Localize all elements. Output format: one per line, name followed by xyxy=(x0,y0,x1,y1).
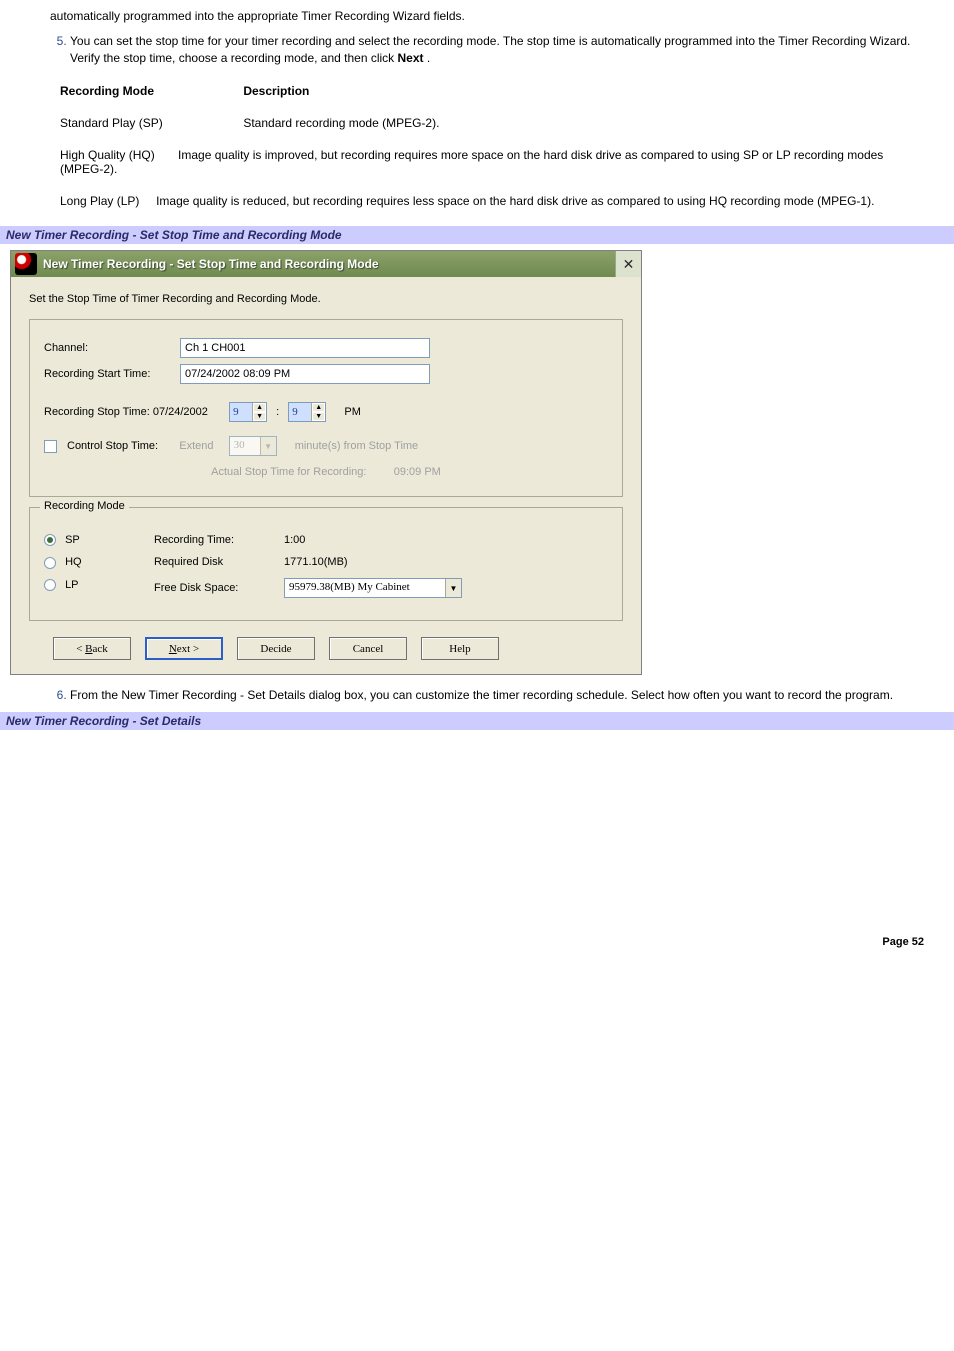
start-time-label: Recording Start Time: xyxy=(44,368,174,380)
step-5: You can set the stop time for your timer… xyxy=(70,33,914,67)
cancel-button[interactable]: Cancel xyxy=(329,637,407,660)
table-row-desc: Image quality is improved, but recording… xyxy=(60,148,883,176)
table-header-row: Recording Mode Description xyxy=(60,84,914,98)
chevron-down-icon[interactable]: ▼ xyxy=(445,579,461,597)
required-disk-label: Required Disk xyxy=(154,556,284,568)
step5-next-bold: Next xyxy=(398,51,424,65)
table-row-desc: Image quality is reduced, but recording … xyxy=(156,194,874,208)
panel-recording-mode: Recording Mode SP HQ LP xyxy=(29,507,623,621)
extend-minutes-combo: 30 ▼ xyxy=(229,436,277,456)
table-row: Standard Play (SP) Standard recording mo… xyxy=(60,116,914,130)
stop-ampm: PM xyxy=(344,406,361,418)
step5-text-pre: You can set the stop time for your timer… xyxy=(70,34,910,65)
step5-text-post: . xyxy=(424,51,431,65)
free-disk-combo[interactable]: 95979.38(MB) My Cabinet ▼ xyxy=(284,578,462,598)
panel-times: Channel: Recording Start Time: Recording… xyxy=(29,319,623,497)
actual-stop-value: 09:09 PM xyxy=(394,466,441,478)
spin-down-icon[interactable]: ▼ xyxy=(312,412,325,421)
table-row: High Quality (HQ) Image quality is impro… xyxy=(60,148,914,176)
extend-unit-label: minute(s) from Stop Time xyxy=(295,440,418,452)
extend-minutes-value: 30 xyxy=(230,437,260,455)
stop-time-label: Recording Stop Time: 07/24/2002 xyxy=(44,406,208,418)
control-stop-time-checkbox[interactable] xyxy=(44,440,57,453)
dialog-new-timer-recording: New Timer Recording - Set Stop Time and … xyxy=(10,250,642,675)
recording-time-label: Recording Time: xyxy=(154,534,284,546)
free-disk-value: 95979.38(MB) My Cabinet xyxy=(285,579,445,597)
stop-minute-spinner[interactable]: ▲ ▼ xyxy=(288,402,326,422)
table-h2: Description xyxy=(243,84,309,98)
radio-hq-label: HQ xyxy=(65,556,82,568)
page-number: Page 52 xyxy=(0,736,954,958)
radio-sp-label: SP xyxy=(65,534,80,546)
section-band-stop-time: New Timer Recording - Set Stop Time and … xyxy=(0,226,954,244)
time-colon: : xyxy=(273,406,282,418)
titlebar[interactable]: New Timer Recording - Set Stop Time and … xyxy=(11,251,641,277)
dialog-title: New Timer Recording - Set Stop Time and … xyxy=(41,251,615,277)
control-stop-time-label: Control Stop Time: xyxy=(67,440,158,452)
table-row-mode: High Quality (HQ) xyxy=(60,148,155,162)
chevron-down-icon: ▼ xyxy=(260,437,276,455)
free-disk-label: Free Disk Space: xyxy=(154,582,284,594)
table-row-desc: Standard recording mode (MPEG-2). xyxy=(243,116,439,130)
recording-mode-legend: Recording Mode xyxy=(40,500,129,512)
radio-icon[interactable] xyxy=(44,534,56,546)
step-6: From the New Timer Recording - Set Detai… xyxy=(70,687,914,704)
help-button[interactable]: Help xyxy=(421,637,499,660)
recording-time-value: 1:00 xyxy=(284,534,305,546)
next-button[interactable]: Next > xyxy=(145,637,223,660)
table-row: Long Play (LP) Image quality is reduced,… xyxy=(60,194,914,208)
radio-icon[interactable] xyxy=(44,579,56,591)
table-h1: Recording Mode xyxy=(60,84,240,98)
back-button[interactable]: < Back xyxy=(53,637,131,660)
channel-input[interactable] xyxy=(180,338,430,358)
radio-sp[interactable]: SP xyxy=(44,534,154,546)
intro-continuation: automatically programmed into the approp… xyxy=(50,8,914,25)
close-icon[interactable]: ✕ xyxy=(615,251,641,277)
radio-lp[interactable]: LP xyxy=(44,579,154,591)
actual-stop-label: Actual Stop Time for Recording: xyxy=(211,466,366,478)
section-band-set-details: New Timer Recording - Set Details xyxy=(0,712,954,730)
radio-hq[interactable]: HQ xyxy=(44,556,154,568)
stop-minute-input[interactable] xyxy=(289,403,311,421)
dialog-instruction: Set the Stop Time of Timer Recording and… xyxy=(29,293,623,305)
spin-down-icon[interactable]: ▼ xyxy=(253,412,266,421)
decide-button[interactable]: Decide xyxy=(237,637,315,660)
step6-text: From the New Timer Recording - Set Detai… xyxy=(70,688,893,702)
app-icon xyxy=(15,253,37,275)
spin-up-icon[interactable]: ▲ xyxy=(312,403,325,412)
radio-lp-label: LP xyxy=(65,579,78,591)
required-disk-value: 1771.10(MB) xyxy=(284,556,348,568)
table-row-mode: Standard Play (SP) xyxy=(60,116,240,130)
stop-hour-spinner[interactable]: ▲ ▼ xyxy=(229,402,267,422)
extend-label: Extend xyxy=(179,440,213,452)
table-row-mode: Long Play (LP) xyxy=(60,194,139,208)
channel-label: Channel: xyxy=(44,342,174,354)
spin-up-icon[interactable]: ▲ xyxy=(253,403,266,412)
start-time-input[interactable] xyxy=(180,364,430,384)
stop-hour-input[interactable] xyxy=(230,403,252,421)
radio-icon[interactable] xyxy=(44,557,56,569)
